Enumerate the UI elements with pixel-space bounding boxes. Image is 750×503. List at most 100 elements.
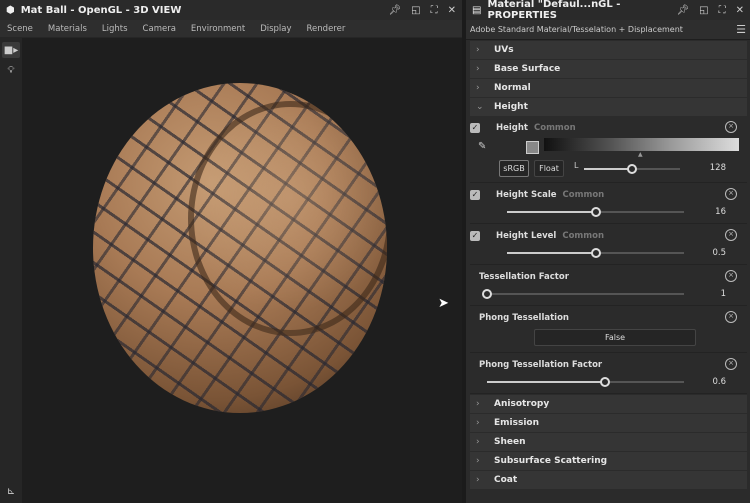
- section-label: Normal: [494, 83, 531, 93]
- property-label: Phong Tessellation: [479, 313, 569, 323]
- reset-icon[interactable]: ×: [725, 358, 737, 370]
- grayscale-ramp[interactable]: [544, 138, 739, 151]
- section-label: Anisotropy: [494, 399, 550, 409]
- height-scale-property: ✓ Height Scale Common × 16: [470, 183, 747, 224]
- menu-materials[interactable]: Materials: [48, 24, 87, 34]
- section-height[interactable]: ⌄ Height: [470, 98, 747, 116]
- 3d-view-titlebar: ⬢ Mat Ball - OpenGL - 3D VIEW 📌︎ ◱ ⛶ ✕: [0, 0, 462, 20]
- property-label: Phong Tessellation Factor: [479, 360, 603, 370]
- document-icon: ▤: [472, 4, 482, 16]
- section-uvs[interactable]: › UVs: [470, 41, 747, 59]
- l-channel-label: L: [574, 161, 579, 170]
- chevron-right-icon: ›: [476, 83, 480, 93]
- height-level-property: ✓ Height Level Common × 0.5: [470, 224, 747, 265]
- reset-icon[interactable]: ×: [725, 229, 737, 241]
- tessellation-factor-property: Tessellation Factor × 1: [470, 265, 747, 306]
- menu-lights[interactable]: Lights: [102, 24, 128, 34]
- section-normal[interactable]: › Normal: [470, 79, 747, 97]
- section-label: UVs: [494, 45, 514, 55]
- chevron-right-icon: ›: [476, 399, 480, 409]
- section-label: Emission: [494, 418, 539, 428]
- properties-titlebar: ▤ Material "Defaul...nGL - PROPERTIES 📌︎…: [466, 0, 750, 21]
- pin-icon[interactable]: 📌︎: [388, 5, 401, 16]
- chevron-right-icon: ›: [476, 456, 480, 466]
- material-type-bar: Adobe Standard Material/Tesselation + Di…: [466, 20, 750, 40]
- mouse-cursor-icon: ➤: [438, 296, 449, 311]
- hamburger-menu-icon[interactable]: ☰: [736, 23, 746, 36]
- close-icon[interactable]: ✕: [736, 5, 744, 16]
- light-bulb-icon[interactable]: 💡︎: [2, 62, 20, 78]
- common-tag: Common: [562, 231, 605, 241]
- section-label: Subsurface Scattering: [494, 456, 608, 466]
- height-scale-slider[interactable]: [507, 207, 684, 217]
- common-tag: Common: [534, 123, 576, 133]
- camera-icon[interactable]: ■▸: [2, 42, 20, 58]
- reset-icon[interactable]: ×: [725, 311, 737, 323]
- color-swatch[interactable]: [526, 141, 539, 154]
- menu-scene[interactable]: Scene: [7, 24, 33, 34]
- 3d-view-menubar: Scene Materials Lights Camera Environmen…: [0, 20, 462, 37]
- section-label: Sheen: [494, 437, 526, 447]
- chevron-down-icon: ⌄: [476, 102, 484, 112]
- reset-icon[interactable]: ×: [725, 270, 737, 282]
- phong-tessellation-factor-value[interactable]: 0.6: [712, 377, 726, 387]
- viewport-toolstrip: ■▸ 💡︎ ⊾: [0, 38, 22, 503]
- phong-tessellation-factor-property: Phong Tessellation Factor × 0.6: [470, 353, 747, 394]
- section-coat[interactable]: › Coat: [470, 471, 747, 489]
- chevron-right-icon: ›: [476, 437, 480, 447]
- srgb-button[interactable]: sRGB: [499, 160, 529, 177]
- height-level-slider[interactable]: [507, 248, 684, 258]
- l-slider[interactable]: [584, 164, 680, 174]
- reset-icon[interactable]: ×: [725, 188, 737, 200]
- section-emission[interactable]: › Emission: [470, 414, 747, 432]
- close-icon[interactable]: ✕: [448, 5, 456, 16]
- property-label: Tessellation Factor: [479, 272, 569, 282]
- material-ball: [93, 83, 387, 413]
- phong-tessellation-property: Phong Tessellation × False: [470, 306, 747, 353]
- menu-environment[interactable]: Environment: [191, 24, 245, 34]
- height-level-value[interactable]: 0.5: [712, 248, 726, 258]
- phong-tessellation-dropdown[interactable]: False: [534, 329, 696, 346]
- panel-title: Mat Ball - OpenGL - 3D VIEW: [20, 4, 182, 16]
- section-label: Height: [494, 102, 528, 112]
- section-base-surface[interactable]: › Base Surface: [470, 60, 747, 78]
- property-label: Height Scale: [496, 190, 557, 200]
- float-button[interactable]: Float: [534, 160, 564, 177]
- float-icon[interactable]: ◱: [411, 5, 420, 16]
- height-property: ✓ Height Common × ✎ ▲ sRGB Float L 128: [470, 117, 747, 183]
- float-icon[interactable]: ◱: [699, 5, 708, 16]
- pin-icon[interactable]: 📌︎: [676, 5, 689, 16]
- section-subsurface-scattering[interactable]: › Subsurface Scattering: [470, 452, 747, 470]
- properties-panel: ▤ Material "Defaul...nGL - PROPERTIES 📌︎…: [466, 0, 750, 503]
- maximize-icon[interactable]: ⛶: [431, 5, 438, 16]
- l-value[interactable]: 128: [710, 163, 726, 173]
- chevron-right-icon: ›: [476, 45, 480, 55]
- property-label: Height Level: [496, 231, 557, 241]
- menu-camera[interactable]: Camera: [143, 24, 176, 34]
- maximize-icon[interactable]: ⛶: [719, 5, 726, 16]
- menu-renderer[interactable]: Renderer: [307, 24, 346, 34]
- height-scale-checkbox[interactable]: ✓: [470, 190, 480, 200]
- chevron-right-icon: ›: [476, 418, 480, 428]
- height-level-checkbox[interactable]: ✓: [470, 231, 480, 241]
- panel-title: Material "Defaul...nGL - PROPERTIES: [487, 0, 621, 21]
- section-anisotropy[interactable]: › Anisotropy: [470, 395, 747, 413]
- chevron-right-icon: ›: [476, 475, 480, 485]
- ramp-marker-icon: ▲: [638, 151, 643, 158]
- property-label: Height: [496, 123, 528, 133]
- material-type: Adobe Standard Material/Tesselation + Di…: [470, 25, 683, 34]
- section-label: Coat: [494, 475, 518, 485]
- 3d-view-panel: ⬢ Mat Ball - OpenGL - 3D VIEW 📌︎ ◱ ⛶ ✕ Scen…: [0, 0, 462, 503]
- tessellation-factor-value[interactable]: 1: [721, 289, 726, 299]
- phong-tessellation-factor-slider[interactable]: [487, 377, 684, 387]
- eyedropper-icon[interactable]: ✎: [478, 141, 486, 152]
- height-scale-value[interactable]: 16: [715, 207, 726, 217]
- section-label: Base Surface: [494, 64, 561, 74]
- reset-icon[interactable]: ×: [725, 121, 737, 133]
- menu-display[interactable]: Display: [260, 24, 291, 34]
- hierarchy-icon[interactable]: ⊾: [2, 483, 20, 499]
- section-sheen[interactable]: › Sheen: [470, 433, 747, 451]
- cube-icon: ⬢: [6, 4, 15, 16]
- tessellation-factor-slider[interactable]: [482, 289, 684, 299]
- height-checkbox[interactable]: ✓: [470, 123, 480, 133]
